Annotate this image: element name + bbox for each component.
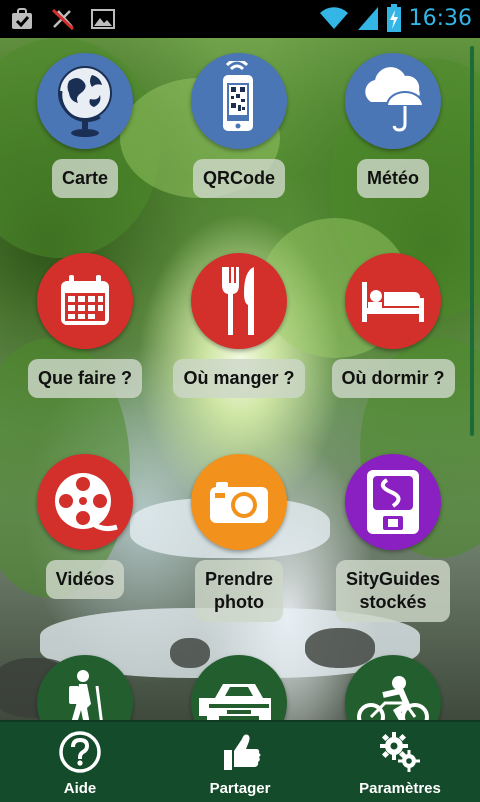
- tab-partager[interactable]: Partager: [160, 722, 320, 802]
- storage-card-icon: [367, 470, 419, 534]
- phone-qr-icon: [223, 61, 253, 131]
- signal-icon: [357, 7, 378, 30]
- ou-dormir-label[interactable]: Où dormir ?: [331, 359, 455, 398]
- que-faire-label[interactable]: Que faire ?: [27, 359, 143, 398]
- thumbs-up-icon: [224, 734, 261, 770]
- film-reel-icon: [55, 473, 118, 532]
- status-time: 16:36: [408, 5, 472, 31]
- carte-button[interactable]: [37, 53, 133, 149]
- tab-aide[interactable]: Aide: [0, 722, 160, 802]
- sityguides-line2: stockés: [359, 592, 427, 612]
- help-icon: [59, 731, 101, 773]
- sityguides-button[interactable]: [345, 454, 441, 550]
- sityguides-line1: SityGuides: [345, 569, 441, 589]
- sityguides-label[interactable]: SityGuides stockés: [335, 560, 451, 622]
- prendre-photo-line2: photo: [214, 592, 264, 612]
- tile-sityguides[interactable]: SityGuides stockés: [318, 454, 468, 622]
- meteo-button[interactable]: [345, 53, 441, 149]
- videos-button[interactable]: [37, 454, 133, 550]
- fork-knife-icon: [222, 267, 254, 335]
- prendre-photo-button[interactable]: [191, 454, 287, 550]
- qrcode-button[interactable]: [191, 53, 287, 149]
- image-icon: [91, 9, 115, 29]
- prendre-photo-label[interactable]: Prendre photo: [194, 560, 284, 622]
- globe-icon: [58, 66, 112, 137]
- bed-icon: [362, 282, 424, 322]
- carte-label[interactable]: Carte: [51, 159, 119, 198]
- battery-charging-icon: [386, 4, 401, 32]
- videos-label[interactable]: Vidéos: [45, 560, 125, 599]
- gears-icon: [380, 732, 420, 772]
- tab-aide-label: Aide: [63, 780, 97, 797]
- tab-parametres-label: Paramètres: [359, 780, 441, 797]
- que-faire-button[interactable]: [37, 253, 133, 349]
- ou-manger-button[interactable]: [191, 253, 287, 349]
- checklist-bag-icon: [12, 8, 32, 29]
- tile-ou-manger[interactable]: Où manger ?: [164, 253, 314, 398]
- tab-parametres[interactable]: Paramètres: [320, 722, 480, 802]
- calendar-icon: [61, 275, 109, 325]
- qrcode-label[interactable]: QRCode: [193, 159, 285, 198]
- ou-manger-label[interactable]: Où manger ?: [173, 359, 305, 398]
- cloud-umbrella-icon: [365, 67, 425, 132]
- camera-icon: [210, 482, 268, 523]
- tab-partager-label: Partager: [209, 780, 271, 797]
- no-connection-icon: [51, 8, 75, 31]
- wifi-icon: [319, 7, 348, 29]
- meteo-label[interactable]: Météo: [356, 159, 429, 198]
- bottom-tab-bar: Aide Partager Paramètres: [0, 720, 480, 802]
- tile-ou-dormir[interactable]: Où dormir ?: [318, 253, 468, 398]
- tile-que-faire[interactable]: Que faire ?: [10, 253, 160, 398]
- tile-meteo[interactable]: Météo: [318, 53, 468, 198]
- tile-qrcode[interactable]: QRCode: [164, 53, 314, 198]
- tile-carte[interactable]: Carte: [10, 53, 160, 198]
- status-bar: 16:36: [0, 0, 480, 38]
- ou-dormir-button[interactable]: [345, 253, 441, 349]
- prendre-photo-line1: Prendre: [204, 569, 274, 589]
- scrollbar[interactable]: [470, 46, 474, 436]
- tile-videos[interactable]: Vidéos: [10, 454, 160, 599]
- tile-prendre-photo[interactable]: Prendre photo: [164, 454, 314, 622]
